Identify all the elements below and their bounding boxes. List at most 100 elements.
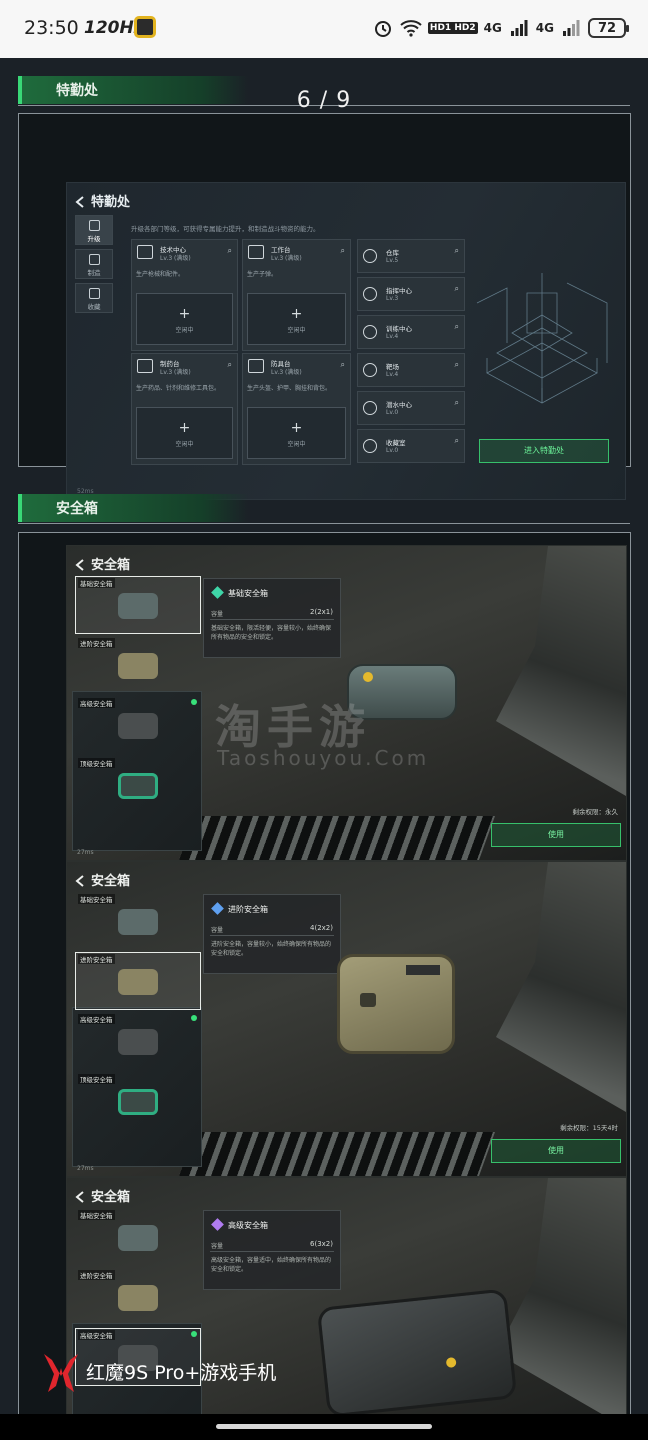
facility-level: Lv.3 (满级): [271, 369, 302, 376]
section-header-safe-box: 安全箱: [18, 494, 630, 524]
network-label-1: 4G: [483, 21, 502, 35]
craft-icon: [89, 254, 100, 265]
safe-item-advanced[interactable]: 进阶安全箱: [75, 636, 201, 694]
search-icon[interactable]: ⌕: [228, 360, 232, 370]
upgrade-icon: [89, 220, 100, 231]
search-icon[interactable]: ⌕: [228, 246, 232, 256]
safe-desc: 进阶安全箱，容量较小，始终确保所有物品的安全和锁定。: [211, 941, 332, 957]
plus-icon: +: [178, 306, 191, 322]
production-slot[interactable]: + 空闲中: [136, 407, 233, 459]
game-page-title: 安全箱: [91, 558, 131, 573]
item-label: 进阶安全箱: [78, 954, 115, 964]
safe-item-advanced[interactable]: 进阶安全箱: [75, 1268, 201, 1326]
back-arrow-icon[interactable]: [75, 872, 85, 891]
enter-special-ops-button[interactable]: 进入特勤处: [479, 439, 609, 463]
facility-desc: 生产头盔、护甲、胸挂和背包。: [247, 385, 332, 392]
slot-status: 空闲中: [175, 441, 194, 448]
hammer-icon: [248, 245, 264, 259]
facility-level: Lv.3: [386, 295, 399, 302]
back-arrow-icon[interactable]: [75, 556, 85, 575]
safe-item-premium[interactable]: 高级安全箱: [75, 1012, 201, 1070]
safe-desc: 高级安全箱，容量适中，始终确保所有物品的安全和锁定。: [211, 1257, 332, 1273]
facility-warehouse[interactable]: 仓库 Lv.5 ⌕: [357, 239, 465, 273]
dive-icon: [363, 401, 377, 415]
case-thumbnail: [118, 773, 158, 799]
capacity-label: 容量: [211, 1243, 224, 1250]
capacity-value: 4(2x2): [310, 924, 333, 932]
use-button[interactable]: 使用: [491, 1139, 621, 1163]
search-icon[interactable]: ⌕: [455, 436, 459, 446]
screenshot-frame-special-ops: 特勤处 升级各部门等级，可获得专属能力提升，和制造战斗物资的能力。 升级 制造 …: [18, 113, 631, 500]
safe-item-basic[interactable]: 基础安全箱: [75, 576, 201, 634]
use-button[interactable]: 使用: [491, 823, 621, 847]
back-arrow-icon[interactable]: [75, 193, 85, 212]
capacity-label: 容量: [211, 611, 224, 618]
search-icon[interactable]: ⌕: [341, 360, 345, 370]
safe-item-basic[interactable]: 基础安全箱: [75, 1208, 201, 1266]
production-slot[interactable]: + 空闲中: [136, 293, 233, 345]
tier-gem-icon: [211, 586, 224, 599]
app-notification-icon: [134, 16, 156, 38]
command-icon: [363, 287, 377, 301]
case-thumbnail: [118, 909, 158, 935]
facility-desc: 生产子弹。: [247, 271, 278, 278]
facility-shooting-range[interactable]: 靶场 Lv.4 ⌕: [357, 353, 465, 387]
facility-training-center[interactable]: 训练中心 Lv.4 ⌕: [357, 315, 465, 349]
safe-item-basic[interactable]: 基础安全箱: [75, 892, 201, 950]
tier-gem-icon: [211, 902, 224, 915]
case-thumbnail: [118, 713, 158, 739]
facility-card-armor-bench[interactable]: 防具台 Lv.3 (满级) ⌕ 生产头盔、护甲、胸挂和背包。 + 空闲中: [242, 353, 351, 465]
production-slot[interactable]: + 空闲中: [247, 407, 346, 459]
search-icon[interactable]: ⌕: [455, 246, 459, 256]
safe-item-advanced[interactable]: 进阶安全箱: [75, 952, 201, 1010]
production-slot[interactable]: + 空闲中: [247, 293, 346, 345]
safe-item-premium[interactable]: 高级安全箱: [75, 696, 201, 754]
facility-collection-room[interactable]: 收藏室 Lv.0 ⌕: [357, 429, 465, 463]
tab-craft[interactable]: 制造: [75, 249, 113, 279]
safe-name: 基础安全箱: [228, 589, 268, 598]
case-thumbnail: [118, 593, 158, 619]
safe-item-top[interactable]: 顶级安全箱: [75, 756, 201, 814]
watermark-url: Taoshouyou.Com: [217, 746, 430, 770]
facility-level: Lv.0: [386, 409, 399, 416]
safe-item-top[interactable]: 顶级安全箱: [75, 1072, 201, 1130]
remaining-time: 剩余权限：永久: [572, 808, 619, 816]
search-icon[interactable]: ⌕: [455, 398, 459, 408]
back-arrow-icon[interactable]: [75, 1188, 85, 1207]
capacity-value: 6(3x2): [310, 1240, 333, 1248]
facility-dive-center[interactable]: 潜水中心 Lv.0 ⌕: [357, 391, 465, 425]
plus-icon: +: [290, 306, 303, 322]
game-screenshot-safe-box-advanced[interactable]: 安全箱 基础安全箱 进阶安全箱 高级安全箱 顶级安全箱 进阶安全箱 容量 4(2…: [66, 861, 627, 1177]
tier-gem-icon: [211, 1218, 224, 1231]
search-icon[interactable]: ⌕: [455, 284, 459, 294]
phone-brand-watermark: 红魔9S Pro+游戏手机: [40, 1345, 276, 1397]
facility-card-workbench[interactable]: 工作台 Lv.3 (满级) ⌕ 生产子弹。 + 空闲中: [242, 239, 351, 351]
facility-name: 仓库: [386, 249, 399, 257]
facility-card-pharmacy[interactable]: 制药台 Lv.3 (满级) ⌕ 生产药品、针剂和维修工具包。 + 空闲中: [131, 353, 238, 465]
item-label: 进阶安全箱: [78, 638, 115, 648]
game-screenshot-special-ops[interactable]: 特勤处 升级各部门等级，可获得专属能力提升，和制造战斗物资的能力。 升级 制造 …: [66, 182, 626, 500]
search-icon[interactable]: ⌕: [341, 246, 345, 256]
item-label: 高级安全箱: [78, 1014, 115, 1024]
safe-case-model: [337, 954, 455, 1054]
search-icon[interactable]: ⌕: [455, 322, 459, 332]
game-screenshot-safe-box-basic[interactable]: 安全箱 基础安全箱 进阶安全箱 高级安全箱 顶级安全箱 基础安全箱 容量 2(2…: [66, 545, 627, 861]
facility-name: 靶场: [386, 363, 399, 371]
safe-name: 进阶安全箱: [228, 905, 268, 914]
safe-info-panel: 基础安全箱 容量 2(2x1) 基础安全箱，限活轻便，容量较小，始终确保所有物品…: [203, 578, 341, 658]
facility-level: Lv.4: [386, 371, 399, 378]
facility-card-tech-center[interactable]: 技术中心 Lv.3 (满级) ⌕ 生产枪械和配件。 + 空闲中: [131, 239, 238, 351]
rock-background: [496, 1178, 626, 1428]
facility-desc: 生产药品、针剂和维修工具包。: [136, 385, 221, 392]
facility-level: Lv.5: [386, 257, 399, 264]
home-gesture-handle[interactable]: [216, 1424, 432, 1429]
tab-upgrade[interactable]: 升级: [75, 215, 113, 245]
facility-command-center[interactable]: 指挥中心 Lv.3 ⌕: [357, 277, 465, 311]
brand-text: 红魔9S Pro+游戏手机: [86, 1361, 277, 1384]
warehouse-icon: [363, 249, 377, 263]
search-icon[interactable]: ⌕: [455, 360, 459, 370]
image-viewer[interactable]: 特勤处 6 / 9 特勤处 升级各部门等级，可获得专属能力提升，和制造战斗物资的…: [0, 58, 648, 1433]
game-page-subtitle: 升级各部门等级，可获得专属能力提升，和制造战斗物资的能力。: [131, 225, 320, 233]
item-label: 基础安全箱: [78, 578, 115, 588]
tab-collection[interactable]: 收藏: [75, 283, 113, 313]
